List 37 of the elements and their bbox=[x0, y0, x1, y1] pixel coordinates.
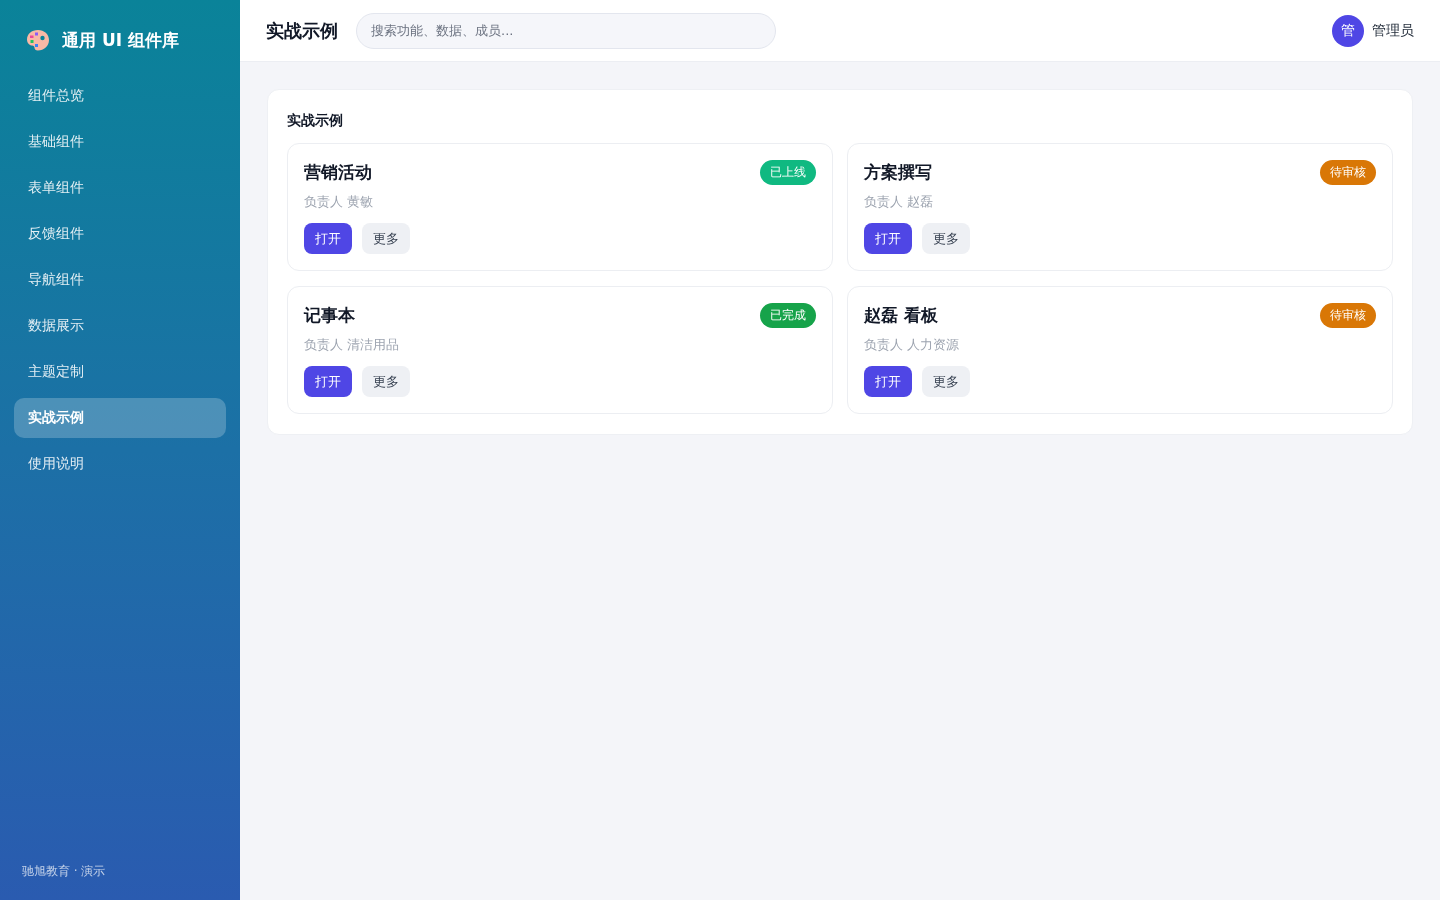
nav-item[interactable]: 基础组件 bbox=[14, 122, 226, 162]
user-avatar[interactable]: 管 bbox=[1332, 14, 1364, 47]
nav-item[interactable]: 反馈组件 bbox=[14, 214, 226, 254]
status-badge: 待审核 bbox=[1320, 160, 1376, 185]
nav-item[interactable]: 数据展示 bbox=[14, 306, 226, 346]
card-title: 赵磊 看板 bbox=[864, 304, 938, 327]
card-title: 方案撰写 bbox=[864, 161, 932, 184]
brand-title: 通用 UI 组件库 bbox=[62, 28, 179, 52]
status-badge: 已完成 bbox=[760, 303, 816, 328]
nav-item[interactable]: 实战示例 bbox=[14, 398, 226, 438]
card-owner: 负责人 人力资源 bbox=[864, 336, 961, 354]
open-button[interactable]: 打开 bbox=[304, 366, 352, 397]
open-button[interactable]: 打开 bbox=[864, 223, 912, 254]
nav-item[interactable]: 使用说明 bbox=[14, 444, 226, 484]
more-button[interactable]: 更多 bbox=[922, 366, 970, 397]
open-button[interactable]: 打开 bbox=[304, 223, 352, 254]
open-button[interactable]: 打开 bbox=[864, 366, 912, 397]
status-badge: 待审核 bbox=[1320, 303, 1376, 328]
page-title: 实战示例 bbox=[266, 18, 338, 43]
card-owner: 负责人 黄敏 bbox=[304, 193, 375, 211]
palette-icon bbox=[26, 29, 50, 51]
more-button[interactable]: 更多 bbox=[362, 223, 410, 254]
card-title: 营销活动 bbox=[304, 161, 372, 184]
user-name: 管理员 bbox=[1372, 21, 1414, 40]
status-badge: 已上线 bbox=[760, 160, 816, 185]
panel-title: 实战示例 bbox=[287, 111, 344, 130]
search-field[interactable]: 搜索功能、数据、成员... bbox=[356, 12, 776, 49]
nav-item[interactable]: 组件总览 bbox=[14, 76, 226, 116]
card-title: 记事本 bbox=[304, 304, 355, 327]
nav-item[interactable]: 表单组件 bbox=[14, 168, 226, 208]
footer-text: 驰旭教育 · 演示 bbox=[21, 863, 107, 880]
more-button[interactable]: 更多 bbox=[362, 366, 410, 397]
nav-item[interactable]: 导航组件 bbox=[14, 260, 226, 300]
more-button[interactable]: 更多 bbox=[922, 223, 970, 254]
card-owner: 负责人 赵磊 bbox=[864, 193, 935, 211]
nav-item[interactable]: 主题定制 bbox=[14, 352, 226, 392]
card-owner: 负责人 清洁用品 bbox=[304, 336, 401, 354]
